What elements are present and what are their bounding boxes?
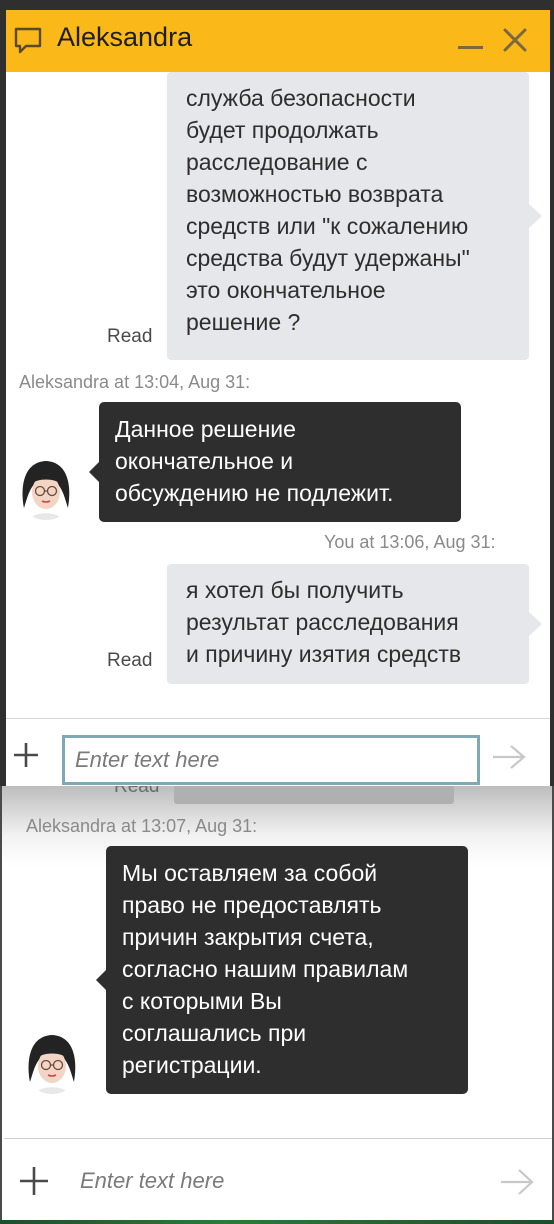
minimize-icon[interactable] [458, 46, 483, 49]
desktop-edge [0, 1220, 554, 1224]
message-line: решение ? [186, 309, 301, 335]
message-input[interactable] [80, 1163, 460, 1199]
outgoing-message-partial [174, 786, 454, 804]
read-status: Read [114, 786, 160, 797]
message-line: с которыми Вы [122, 988, 282, 1014]
message-meta: Aleksandra at 13:07, Aug 31: [26, 816, 258, 836]
message-line: регистрации. [122, 1052, 262, 1078]
message-line: право не предоставлять [122, 892, 382, 918]
message-input-bar [4, 1138, 552, 1220]
message-line: возможностью возврата [186, 181, 444, 207]
outgoing-message: я хотел бы получить результат расследова… [167, 564, 542, 684]
message-line: служба безопасности [186, 85, 416, 111]
message-meta: Aleksandra at 13:04, Aug 31: [19, 372, 251, 392]
read-status: Read [107, 650, 153, 671]
chat-window-bottom: Read Aleksandra at 13:07, Aug 31: Мы ост… [0, 786, 554, 1220]
message-input-bar [6, 718, 550, 786]
incoming-message: Мы оставляем за собой право не предостав… [96, 846, 468, 1094]
message-line: окончательное и [115, 448, 294, 474]
send-arrow-icon[interactable] [499, 1167, 535, 1202]
message-line: результат расследования [186, 609, 459, 635]
message-line: соглашались при [122, 1020, 307, 1046]
message-list: Read служба безопасности будет продолжат… [6, 72, 550, 718]
message-line: я хотел бы получить [186, 577, 404, 603]
avatar [22, 1030, 82, 1094]
plus-icon[interactable] [18, 1165, 50, 1202]
chat-titlebar: Aleksandra [6, 10, 550, 72]
message-input[interactable] [62, 735, 480, 785]
avatar [16, 456, 76, 520]
chat-title: Aleksandra [57, 22, 193, 52]
chat-window-top: Aleksandra Read служба безопасности буде… [6, 10, 550, 786]
close-icon[interactable] [502, 27, 528, 58]
read-status: Read [107, 326, 153, 347]
message-line: это окончательное [186, 277, 386, 303]
message-meta: You at 13:06, Aug 31: [324, 532, 496, 552]
chat-bubble-icon [13, 26, 43, 59]
message-line: расследование с [186, 149, 368, 175]
incoming-message: Данное решение окончательное и обсуждени… [89, 402, 461, 522]
message-line: будет продолжать [186, 117, 379, 143]
plus-icon[interactable] [12, 741, 40, 774]
message-line: обсуждению не подлежит. [115, 480, 394, 506]
message-line: согласно нашим правилам [122, 956, 409, 982]
message-line: Данное решение [115, 416, 296, 442]
message-line: средства будут удержаны" [186, 245, 470, 271]
message-line: Мы оставляем за собой [122, 860, 378, 886]
send-arrow-icon[interactable] [491, 743, 527, 776]
message-line: причин закрытия счета, [122, 924, 374, 950]
message-line: и причину изятия средств [186, 641, 462, 667]
message-line: средств или "к сожалению [186, 213, 469, 239]
outgoing-message: служба безопасности будет продолжать рас… [167, 72, 542, 360]
